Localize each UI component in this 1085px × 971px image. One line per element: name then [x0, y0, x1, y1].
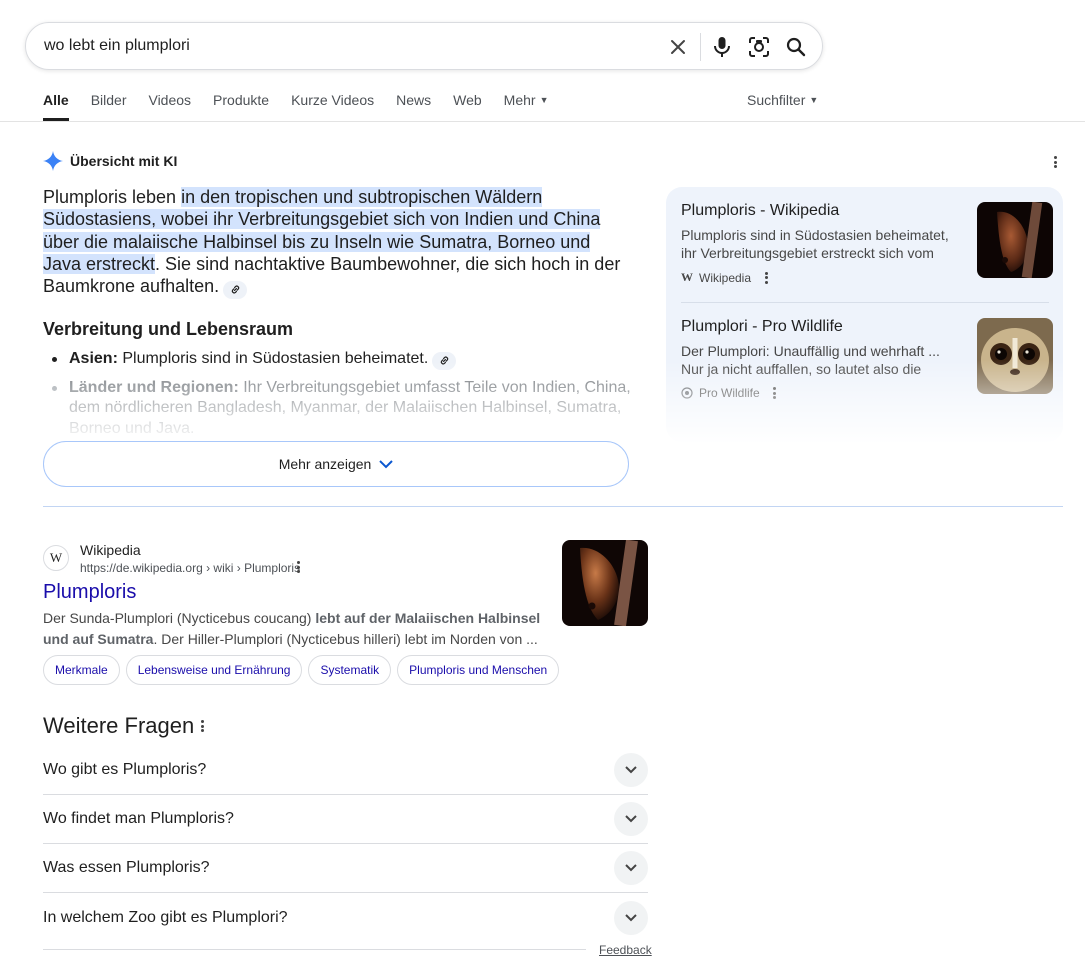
tab-label: Produkte [213, 92, 270, 108]
question-text: In welchem Zoo gibt es Plumplori? [43, 908, 288, 926]
question-text: Was essen Plumploris? [43, 859, 210, 876]
ai-summary: Plumploris leben in den tropischen und s… [43, 186, 633, 299]
search-input[interactable] [44, 37, 644, 55]
tab-label: Web [453, 92, 482, 108]
ai-overview-header: Übersicht mit KI [43, 151, 177, 171]
wikipedia-logo-icon: W [681, 270, 693, 284]
list-item: Länder und Regionen: Ihr Verbreitungsgeb… [50, 378, 640, 440]
tab-label: News [396, 92, 432, 108]
tab-news[interactable]: News [396, 92, 431, 121]
result-url[interactable]: https://de.wikipedia.org › wiki › Plumpl… [80, 561, 300, 575]
snippet-text: . Der Hiller-Plumplori (Nycticebus hille… [153, 631, 538, 647]
feedback-divider [43, 949, 586, 950]
show-more-label: Mehr anzeigen [278, 456, 372, 472]
paa-heading: Weitere Fragen [43, 713, 195, 738]
bullet-term: Asien: [69, 350, 118, 367]
chevron-down-icon[interactable] [614, 753, 648, 787]
paa-question[interactable]: Wo gibt es Plumploris? [43, 746, 648, 795]
suchfilter-label: Suchfilter [747, 92, 806, 108]
source-snippet: Der Plumplori: Unauffällig und wehrhaft … [681, 343, 940, 377]
search-bar[interactable] [25, 22, 823, 70]
chevron-down-icon [379, 460, 394, 469]
result-thumbnail[interactable] [562, 540, 648, 626]
result-title-link[interactable]: Plumploris [43, 581, 136, 604]
ai-overview-label: Übersicht mit KI [70, 153, 178, 169]
wikipedia-logo-icon: W [43, 545, 69, 571]
search-bar-divider [700, 33, 701, 61]
ai-bullet-list: Asien: Plumploris sind in Südostasien be… [50, 349, 640, 447]
paa-question[interactable]: Wo findet man Plumploris? [43, 795, 648, 844]
tab-produkte[interactable]: Produkte [213, 92, 269, 121]
microphone-icon[interactable] [710, 35, 734, 59]
sitelink-chips: Merkmale Lebensweise und Ernährung Syste… [43, 655, 565, 685]
chevron-down-icon[interactable] [614, 900, 648, 935]
tab-label: Alle [43, 92, 69, 108]
search-tabs: Alle Bilder Videos Produkte Kurze Videos… [43, 92, 571, 121]
paa-list: Wo gibt es Plumploris? Wo findet man Plu… [43, 746, 648, 942]
tab-label: Bilder [90, 92, 127, 108]
search-icon[interactable] [784, 35, 808, 59]
source-card-wikipedia[interactable]: Plumploris - Wikipedia Plumploris sind i… [681, 202, 1053, 285]
question-text: Wo gibt es Plumploris? [43, 761, 207, 778]
tab-bilder[interactable]: Bilder [91, 92, 127, 121]
more-options-icon[interactable] [773, 387, 777, 399]
bullet-term: Länder und Regionen: [69, 378, 239, 396]
paa-question[interactable]: Was essen Plumploris? [43, 844, 648, 893]
clear-icon[interactable] [666, 35, 690, 59]
chip-lebensweise[interactable]: Lebensweise und Ernährung [125, 655, 303, 685]
question-text: Wo findet man Plumploris? [43, 810, 234, 827]
camera-lens-icon[interactable] [747, 35, 771, 59]
bullet-text: Plumploris sind in Südostasien beheimate… [117, 350, 429, 367]
tab-label: Kurze Videos [291, 92, 375, 108]
ai-subheading: Verbreitung und Lebensraum [43, 319, 294, 339]
chip-merkmale[interactable]: Merkmale [43, 655, 120, 685]
tab-kurze-videos[interactable]: Kurze Videos [291, 92, 374, 121]
source-link-icon[interactable] [432, 351, 457, 370]
sparkle-icon [43, 151, 63, 171]
feedback-link[interactable]: Feedback [599, 943, 652, 957]
result-snippet: Der Sunda-Plumplori (Nycticebus coucang)… [43, 608, 543, 650]
show-more-button[interactable]: Mehr anzeigen [43, 441, 629, 487]
source-link-icon[interactable] [223, 280, 248, 299]
tabs-divider [0, 121, 1085, 122]
source-snippet: Plumploris sind in Südostasien beheimate… [681, 227, 949, 261]
ai-summary-lead: Plumploris leben [43, 187, 182, 207]
source-card-pro-wildlife[interactable]: Plumplori - Pro Wildlife Der Plumplori: … [681, 318, 1053, 400]
caret-down-icon: ▼ [539, 95, 549, 105]
plumplori-thumbnail [977, 202, 1053, 278]
caret-down-icon: ▼ [809, 95, 819, 105]
tab-alle[interactable]: Alle [43, 92, 69, 121]
more-options-icon[interactable] [200, 720, 204, 732]
more-options-icon[interactable] [1053, 156, 1057, 168]
source-divider [681, 302, 1049, 303]
more-options-icon[interactable] [764, 271, 768, 284]
ai-sources-panel: Plumploris - Wikipedia Plumploris sind i… [666, 187, 1063, 442]
chevron-down-icon[interactable] [614, 802, 648, 836]
pro-wildlife-logo-icon [681, 387, 693, 399]
chip-systematik[interactable]: Systematik [308, 655, 392, 685]
suchfilter-button[interactable]: Suchfilter ▼ [747, 92, 818, 108]
list-item: Asien: Plumploris sind in Südostasien be… [50, 349, 640, 370]
tab-label: Videos [148, 92, 192, 108]
ai-overview-divider [43, 506, 1063, 507]
source-site: Pro Wildlife [699, 386, 760, 400]
chevron-down-icon[interactable] [614, 851, 648, 885]
tab-label: Mehr [503, 92, 536, 108]
result-site-name: Wikipedia [80, 542, 141, 558]
tab-mehr[interactable]: Mehr ▼ [504, 92, 549, 121]
tab-videos[interactable]: Videos [148, 92, 191, 121]
chip-menschen[interactable]: Plumploris und Menschen [397, 655, 560, 685]
paa-question[interactable]: In welchem Zoo gibt es Plumplori? [43, 893, 648, 942]
snippet-text: Der Sunda-Plumplori (Nycticebus coucang) [43, 610, 316, 626]
tab-web[interactable]: Web [453, 92, 482, 121]
more-options-icon[interactable] [296, 561, 300, 573]
plumplori-face-thumbnail [977, 318, 1053, 394]
source-site: Wikipedia [699, 270, 752, 285]
